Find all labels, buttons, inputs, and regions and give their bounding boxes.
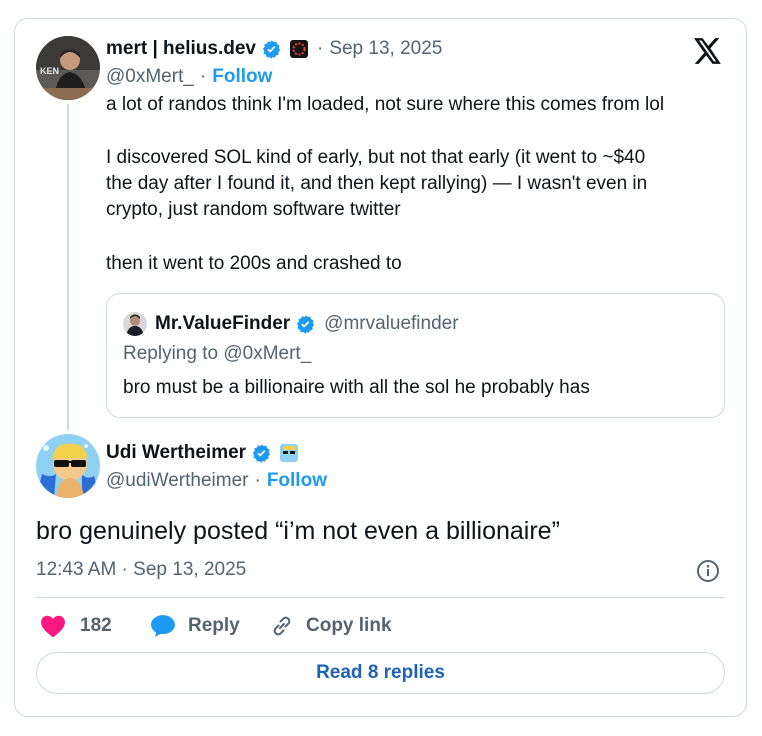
reply-follow-button[interactable]: Follow [267,470,327,492]
quoted-author-name[interactable]: Mr.ValueFinder [155,313,290,335]
copy-link-button[interactable]: Copy link [270,612,392,640]
udi-avatar[interactable] [36,434,100,498]
tweet-date[interactable]: Sep 13, 2025 [329,38,442,60]
svg-text:KEN: KEN [40,66,59,76]
verified-badge-icon [261,39,282,60]
affiliate-badge-icon [279,443,299,463]
follow-button[interactable]: Follow [212,66,272,88]
reply-text: bro genuinely posted “i’m not even a bil… [36,517,560,545]
quoted-header: Mr.ValueFinder @mrvaluefinder [155,311,459,337]
reply-timestamp[interactable]: 12:43 AM · Sep 13, 2025 [36,559,246,581]
mert-avatar[interactable]: KEN [36,36,100,100]
copy-link-label: Copy link [306,615,392,636]
thread-connector-line [67,104,69,430]
replying-to: Replying to @0xMert_ [123,343,312,364]
reply-header: Udi Wertheimer [106,440,299,466]
handle-separator: · [199,66,207,87]
reply-button[interactable]: Reply [150,612,240,640]
quoted-handle[interactable]: @mrvaluefinder [324,313,458,335]
reply-handle-separator: · [254,470,261,491]
heart-icon [41,615,65,638]
handle-row: @0xMert_ · Follow [106,64,272,90]
reply-author-name[interactable]: Udi Wertheimer [106,442,246,464]
like-button[interactable]: 182 [40,612,112,640]
reply-author-handle[interactable]: @udiWertheimer [106,470,248,492]
author-handle[interactable]: @0xMert_ [106,66,194,88]
verified-badge-icon [295,314,316,335]
link-icon [273,616,291,636]
quoted-text: bro must be a billionaire with all the s… [123,377,590,398]
affiliate-badge-icon [289,39,309,59]
read-replies-label: Read 8 replies [316,662,445,683]
tweet-text-line-5: then it went to 200s and crashed to [106,253,402,274]
tweet-text-line-2: I discovered SOL kind of early, but not … [106,147,646,168]
read-replies-button[interactable]: Read 8 replies [36,652,725,694]
reply-bubble-icon [151,615,175,637]
mrvaluefinder-avatar[interactable] [123,312,147,336]
verified-badge-icon [251,443,272,464]
header-separator: · [316,38,324,59]
tweet-text-line-1: a lot of randos think I'm loaded, not su… [106,94,665,115]
like-count: 182 [80,615,112,636]
reply-handle-row: @udiWertheimer · Follow [106,468,327,494]
author-name[interactable]: mert | helius.dev [106,38,256,60]
x-logo-icon[interactable] [694,38,722,69]
reply-label: Reply [188,615,240,636]
actions-divider [36,597,725,598]
tweet-text-line-4: crypto, just random software twitter [106,199,401,220]
info-icon[interactable] [696,559,720,588]
tweet-text-line-3: the day after I found it, and then kept … [106,173,648,194]
tweet-header: mert | helius.dev · Sep 13, 2025 [106,36,442,62]
